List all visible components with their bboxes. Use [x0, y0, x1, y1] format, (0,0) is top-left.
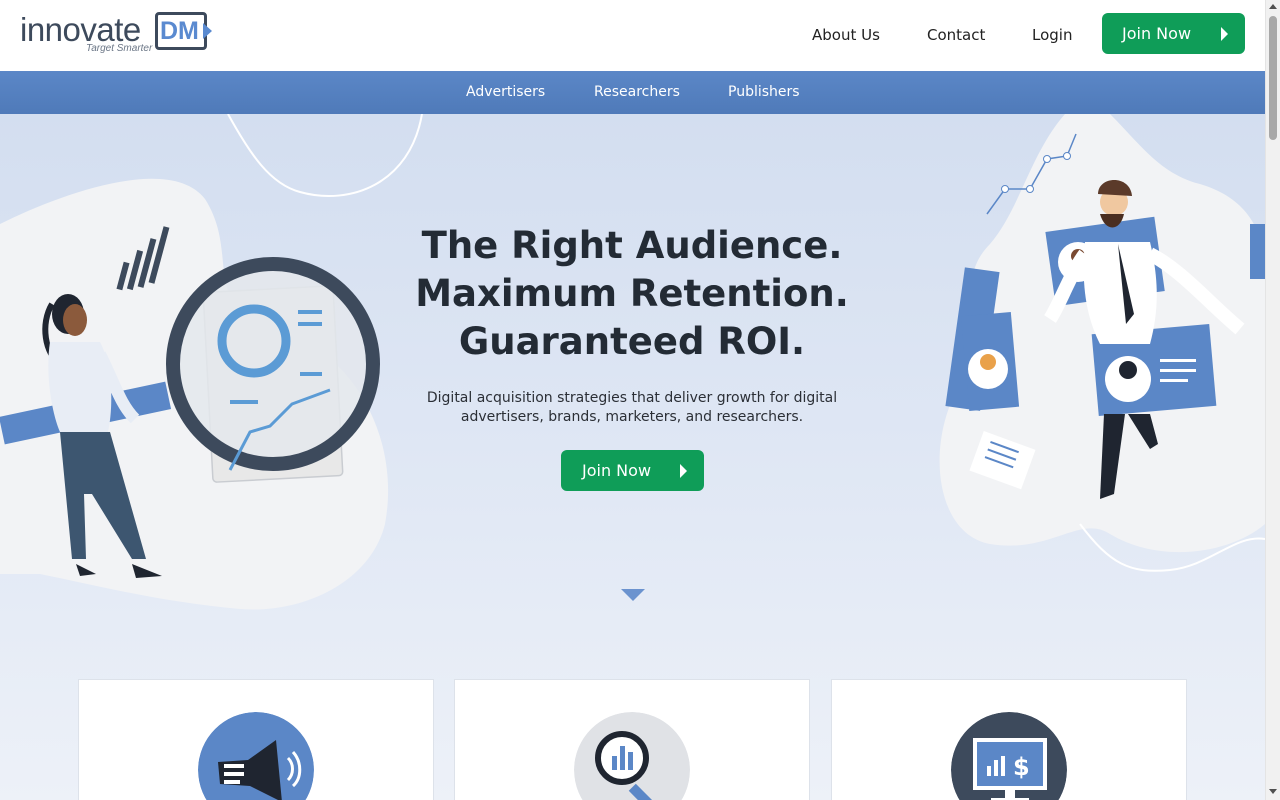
feature-card-advertisers[interactable]: [78, 679, 434, 800]
scroll-down-icon[interactable]: [1269, 789, 1277, 794]
hero-join-now-button[interactable]: Join Now: [561, 450, 704, 491]
join-now-label: Join Now: [1122, 24, 1192, 43]
hero-join-now-label: Join Now: [582, 461, 652, 480]
svg-text:$: $: [1013, 753, 1030, 781]
hero-title-line: The Right Audience.: [421, 224, 843, 267]
site-header: innovate DM Target Smarter About Us Cont…: [0, 0, 1265, 71]
feature-card-publishers[interactable]: $: [831, 679, 1187, 800]
hero-title-line: Guaranteed ROI.: [458, 320, 806, 363]
magnify-chart-icon: [574, 712, 690, 800]
scroll-down-arrow-icon[interactable]: [621, 589, 645, 601]
play-icon: [203, 23, 212, 39]
subnav-publishers[interactable]: Publishers: [728, 83, 800, 101]
audience-nav: Advertisers Researchers Publishers: [0, 71, 1265, 114]
caret-right-icon: [680, 464, 687, 478]
innovatedm-logo[interactable]: innovate DM Target Smarter: [20, 10, 215, 56]
hero-subtitle: Digital acquisition strategies that deli…: [426, 390, 838, 425]
scroll-thumb[interactable]: [1269, 16, 1277, 140]
subnav-advertisers[interactable]: Advertisers: [466, 83, 545, 101]
scroll-up-icon[interactable]: [1269, 4, 1277, 9]
hero-title-line: Maximum Retention.: [415, 272, 849, 315]
feature-card-researchers[interactable]: [454, 679, 810, 800]
join-now-button[interactable]: Join Now: [1102, 13, 1245, 54]
monitor-dollar-icon: $: [951, 712, 1067, 800]
logo-tagline: Target Smarter: [86, 43, 153, 54]
nav-login[interactable]: Login: [1032, 25, 1072, 45]
nav-contact[interactable]: Contact: [927, 25, 985, 45]
white-curve-top: [227, 114, 423, 197]
page-scrollbar[interactable]: [1265, 0, 1280, 800]
hero-title: The Right Audience. Maximum Retention. G…: [332, 222, 932, 366]
subnav-researchers[interactable]: Researchers: [594, 83, 680, 101]
caret-right-icon: [1221, 27, 1228, 41]
logo-mark: DM: [160, 17, 199, 45]
nav-about-us[interactable]: About Us: [812, 25, 880, 45]
megaphone-icon: [198, 712, 314, 800]
